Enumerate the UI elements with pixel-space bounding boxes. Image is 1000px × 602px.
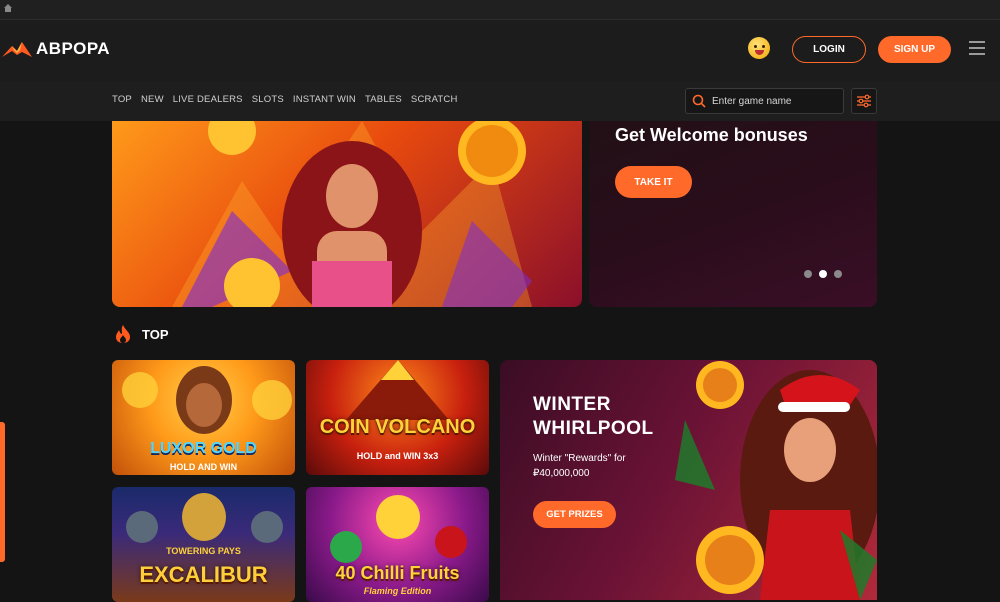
search-icon	[692, 94, 706, 108]
search-box	[685, 88, 844, 114]
promo-title: Get Welcome bonuses	[615, 125, 808, 145]
game-tile-luxor-gold[interactable]: LUXOR GOLD HOLD AND WIN	[112, 360, 295, 475]
carousel-dot-2[interactable]	[819, 270, 827, 278]
game-title: COIN VOLCANO	[319, 416, 476, 438]
game-subtitle: HOLD and WIN 3x3	[356, 451, 439, 461]
avatar-emoji-icon[interactable]	[748, 37, 770, 59]
site-header: АВРОРА LOGIN SIGN UP	[0, 20, 1000, 81]
section-header-top: TOP	[114, 324, 169, 344]
promo-subtitle: Winter "Rewards" for ₽40,000,000	[533, 453, 626, 479]
fire-icon	[116, 325, 130, 343]
game-subtitle: HOLD AND WIN	[169, 462, 238, 472]
welcome-promo-panel: Get Welcome bonuses TAKE IT	[589, 121, 877, 307]
game-title: 40 Chilli Fruits	[335, 563, 460, 583]
get-prizes-button[interactable]: GET PRIZES	[533, 501, 616, 528]
filter-button[interactable]	[851, 88, 877, 114]
nav-item-instant-win[interactable]: INSTANT WIN	[293, 94, 356, 105]
game-art	[122, 366, 292, 434]
logo-icon	[2, 42, 32, 57]
winter-whirlpool-promo[interactable]: WINTER WHIRLPOOL Winter "Rewards" for ₽4…	[500, 360, 877, 600]
side-tab[interactable]	[0, 422, 5, 562]
game-title: LUXOR GOLD	[150, 440, 257, 457]
game-subtitle: TOWERING PAYS	[166, 546, 241, 556]
browser-top-strip	[0, 0, 1000, 20]
game-tile-excalibur[interactable]: TOWERING PAYS EXCALIBUR	[112, 487, 295, 602]
game-subtitle: Flaming Edition	[363, 586, 432, 596]
category-nav: TOP NEW LIVE DEALERS SLOTS INSTANT WIN T…	[0, 81, 1000, 121]
game-tile-chilli-fruits[interactable]: 40 Chilli Fruits Flaming Edition	[306, 487, 489, 602]
promo-title: WINTER WHIRLPOOL	[533, 394, 654, 439]
game-tile-coin-volcano[interactable]: COIN VOLCANO HOLD and WIN 3x3	[306, 360, 489, 475]
nav-item-slots[interactable]: SLOTS	[252, 94, 284, 105]
nav-item-tables[interactable]: TABLES	[365, 94, 402, 105]
nav-item-live-dealers[interactable]: LIVE DEALERS	[173, 94, 243, 105]
take-it-button[interactable]: TAKE IT	[615, 166, 692, 198]
nav-items: TOP NEW LIVE DEALERS SLOTS INSTANT WIN T…	[112, 94, 458, 105]
carousel-dot-1[interactable]	[804, 270, 812, 278]
game-title: EXCALIBUR	[139, 562, 268, 587]
hero-illustration	[172, 121, 532, 307]
home-icon[interactable]	[3, 3, 13, 13]
logo[interactable]: АВРОРА	[2, 39, 110, 59]
nav-item-top[interactable]: TOP	[112, 94, 132, 105]
filter-icon	[857, 94, 871, 108]
logo-text: АВРОРА	[36, 39, 111, 58]
carousel-dots	[804, 270, 842, 278]
nav-item-scratch[interactable]: SCRATCH	[411, 94, 458, 105]
login-button[interactable]: LOGIN	[792, 36, 866, 63]
hero-banner-image[interactable]	[112, 121, 582, 307]
game-art	[330, 495, 467, 563]
signup-button[interactable]: SIGN UP	[878, 36, 951, 63]
carousel-dot-3[interactable]	[834, 270, 842, 278]
section-title: TOP	[142, 326, 169, 342]
nav-item-new[interactable]: NEW	[141, 94, 164, 105]
search-input[interactable]	[712, 95, 832, 107]
menu-icon[interactable]	[969, 41, 985, 55]
